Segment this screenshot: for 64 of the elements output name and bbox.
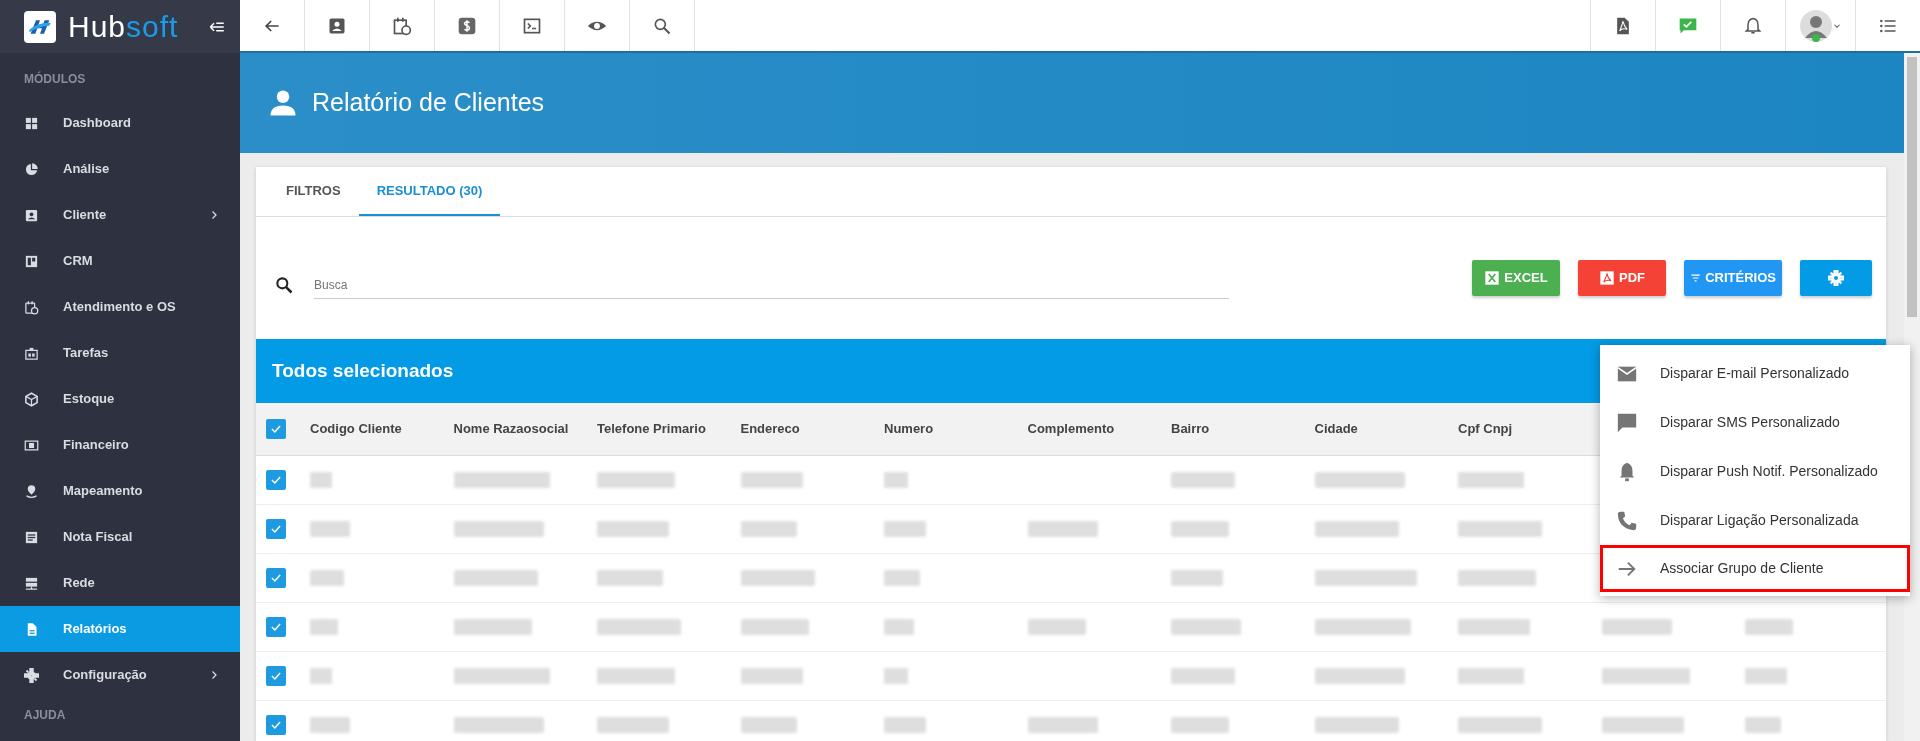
sidebar-item[interactable]: Cliente — [0, 192, 240, 238]
sidebar-item[interactable]: Atendimento e OS — [0, 284, 240, 330]
column-header: Nome Razaosocial — [453, 420, 570, 439]
tab[interactable]: RESULTADO (30) — [358, 167, 501, 216]
menu-item[interactable]: Disparar Ligação Personalizada — [1600, 496, 1910, 545]
sidebar-item[interactable]: CRM — [0, 238, 240, 284]
grid-icon — [24, 115, 39, 131]
map-pin-icon — [24, 483, 39, 499]
server-icon — [24, 575, 39, 591]
section-heading: AJUDA — [23, 707, 67, 724]
pie-chart-icon — [24, 161, 39, 177]
contact-card-icon — [24, 207, 39, 223]
column-header: Telefone Primario — [597, 420, 707, 439]
sidebar-item[interactable]: Tarefas — [0, 330, 240, 376]
page-title: Relatório de Clientes — [312, 87, 545, 119]
chat-bubble-icon — [1616, 411, 1638, 434]
phone-icon — [1616, 509, 1638, 532]
checkbox[interactable] — [266, 470, 286, 490]
pdf-button[interactable]: PDF — [1578, 260, 1666, 296]
sidebar-item[interactable]: Dashboard — [0, 100, 240, 146]
bell-icon — [1743, 15, 1763, 36]
person-icon — [268, 88, 298, 118]
column-header: Endereco — [740, 420, 801, 439]
logo-icon — [24, 10, 56, 43]
column-header: Codigo Cliente — [310, 420, 403, 439]
tab[interactable]: FILTROS — [268, 167, 359, 216]
money-icon — [24, 437, 39, 453]
menu-item[interactable]: Associar Grupo de Cliente — [1600, 545, 1910, 592]
column-header: Numero — [884, 420, 935, 439]
dollar-icon — [457, 15, 477, 36]
sidebar-item[interactable]: Financeiro — [0, 422, 240, 468]
sidebar-item[interactable]: Estoque — [0, 376, 240, 422]
sidebar-item[interactable]: Configuração — [0, 652, 240, 698]
column-header: Bairro — [1171, 420, 1211, 439]
sidebar-item[interactable]: Nota Fiscal — [0, 514, 240, 560]
building-icon — [24, 345, 39, 361]
brand-name: Hubsoft — [68, 11, 179, 42]
menu-item[interactable]: Disparar Push Notif. Personalizado — [1600, 447, 1910, 496]
avatar-icon — [1799, 9, 1832, 42]
box-icon — [24, 391, 39, 407]
calendar-clock-icon — [392, 15, 412, 36]
section-heading: MÓDULOS — [23, 70, 87, 88]
checkbox[interactable] — [266, 666, 286, 686]
checkbox[interactable] — [266, 715, 286, 735]
menu-item[interactable]: Disparar E-mail Personalizado — [1600, 349, 1910, 398]
board-icon — [24, 253, 39, 269]
checkbox[interactable] — [266, 617, 286, 637]
sidebar-item[interactable]: Mapeamento — [0, 468, 240, 514]
column-header: Complemento — [1027, 420, 1116, 439]
column-header: Cpf Cnpj — [1458, 420, 1514, 439]
column-header: Cidade — [1314, 420, 1359, 439]
menu-item[interactable]: Disparar SMS Personalizado — [1600, 398, 1910, 447]
checkbox[interactable] — [266, 568, 286, 588]
excel-icon — [1484, 270, 1501, 286]
pdf-file-icon — [1599, 270, 1615, 286]
selection-title: Todos selecionados — [272, 358, 454, 383]
settings-button[interactable] — [1800, 260, 1872, 296]
search-icon — [274, 275, 294, 295]
sidebar-item[interactable]: Análise — [0, 146, 240, 192]
checkbox[interactable] — [266, 419, 286, 439]
calendar-clock-icon — [24, 299, 39, 315]
checkbox[interactable] — [266, 519, 286, 539]
sidebar-item[interactable]: Rede — [0, 560, 240, 606]
document-icon — [24, 529, 39, 545]
